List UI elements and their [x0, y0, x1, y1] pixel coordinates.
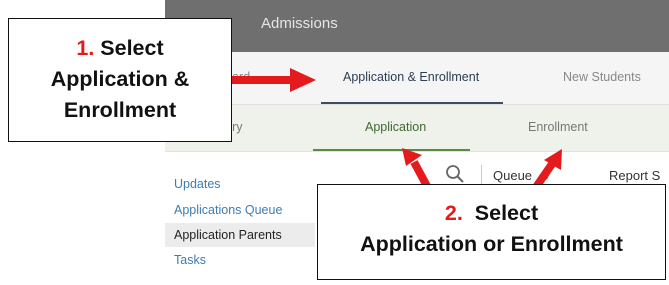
step1-number: 1.: [76, 36, 95, 60]
step2-line2: Application or Enrollment: [360, 232, 623, 256]
sidebar-item-updates[interactable]: Updates: [165, 172, 315, 196]
sub-tabs: Summary Application Enrollment: [165, 105, 669, 152]
title-bar: Admissions: [165, 0, 669, 52]
step1-line2: Application &: [50, 67, 190, 91]
queue-label: Queue: [493, 168, 533, 183]
main-tabs: Dashboard Application & Enrollment New S…: [165, 52, 669, 105]
callout-step-1: 1. Select Application & Enrollment: [8, 18, 232, 142]
callout-step-2: 2. Select Application or Enrollment: [317, 184, 666, 280]
step1-line3: Enrollment: [63, 98, 177, 122]
sidebar-item-tasks[interactable]: Tasks: [165, 248, 315, 272]
step2-number: 2.: [444, 201, 463, 225]
step2-line1: Select: [474, 201, 539, 225]
tab-application-enrollment[interactable]: Application & Enrollment: [320, 52, 504, 104]
subtab-enrollment[interactable]: Enrollment: [528, 105, 588, 149]
tab-new-students[interactable]: New Students: [563, 52, 641, 102]
window-title: Admissions: [261, 15, 338, 32]
sidebar-item-applications-queue[interactable]: Applications Queue: [165, 198, 315, 222]
subtab-application[interactable]: Application: [312, 105, 471, 151]
sidebar-item-application-parents[interactable]: Application Parents: [165, 223, 315, 247]
queue-dropdown[interactable]: Queue ▾: [493, 168, 550, 184]
step1-line1: Select: [100, 36, 164, 60]
chevron-down-icon: ▾: [543, 168, 551, 183]
report-button[interactable]: Report S: [609, 168, 660, 183]
